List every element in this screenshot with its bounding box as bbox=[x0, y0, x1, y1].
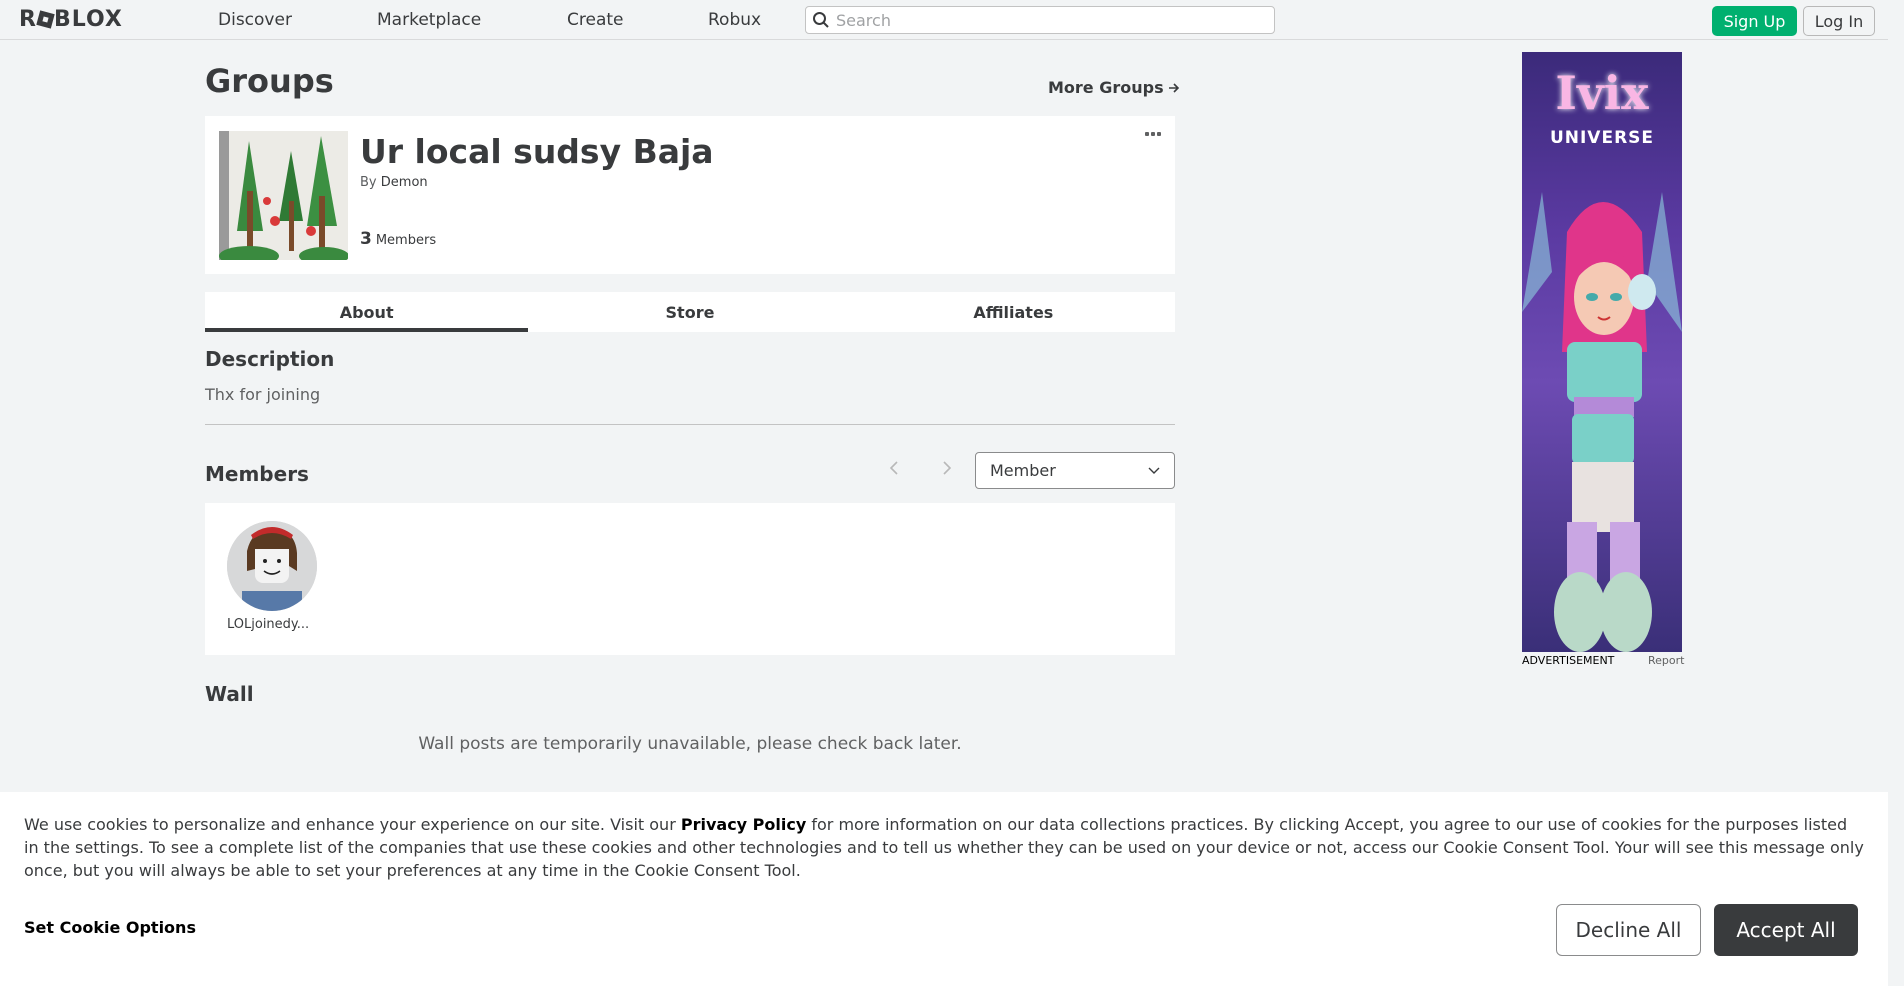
next-page-icon[interactable] bbox=[942, 460, 952, 481]
cookie-text: We use cookies to personalize and enhanc… bbox=[24, 813, 1864, 882]
group-name: Ur local sudsy Baja bbox=[360, 132, 714, 171]
member-count-value: 3 bbox=[360, 229, 372, 249]
page-scrollbar[interactable] bbox=[1888, 0, 1904, 986]
group-emblem bbox=[219, 131, 348, 260]
group-header-card: Ur local sudsy Baja By Demon 3 Members bbox=[205, 116, 1175, 274]
wall-unavailable-message: Wall posts are temporarily unavailable, … bbox=[418, 734, 962, 754]
search-input[interactable] bbox=[836, 10, 1256, 30]
privacy-policy-link[interactable]: Privacy Policy bbox=[681, 815, 806, 834]
role-select-value: Member bbox=[990, 461, 1056, 480]
set-cookie-options-link[interactable]: Set Cookie Options bbox=[24, 918, 196, 937]
role-select[interactable]: Member bbox=[975, 452, 1175, 489]
top-navigation-bar: R BLOX Discover Marketplace Create Robux … bbox=[0, 0, 1904, 40]
advertisement-banner[interactable]: Ivix UNIVERSE bbox=[1522, 52, 1682, 652]
more-groups-label: More Groups bbox=[1048, 78, 1164, 97]
owner-prefix: By bbox=[360, 175, 377, 190]
members-heading: Members bbox=[205, 462, 309, 486]
prev-page-icon[interactable] bbox=[889, 460, 899, 481]
group-member-count: 3 Members bbox=[360, 229, 436, 249]
tab-store[interactable]: Store bbox=[528, 292, 851, 332]
logo-o-icon bbox=[36, 10, 55, 29]
nav-marketplace[interactable]: Marketplace bbox=[377, 10, 481, 30]
nav-discover[interactable]: Discover bbox=[218, 10, 292, 30]
more-groups-link[interactable]: More Groups bbox=[1048, 78, 1180, 97]
tab-affiliates[interactable]: Affiliates bbox=[852, 292, 1175, 332]
group-tabs: About Store Affiliates bbox=[205, 292, 1175, 332]
wall-heading: Wall bbox=[205, 682, 254, 706]
arrow-right-icon bbox=[1168, 82, 1179, 93]
page-title: Groups bbox=[205, 62, 334, 100]
ad-label: ADVERTISEMENT bbox=[1522, 654, 1615, 667]
member-count-label: Members bbox=[375, 233, 437, 248]
log-in-button[interactable]: Log In bbox=[1803, 6, 1875, 36]
ad-character-image bbox=[1522, 192, 1682, 652]
more-options-icon[interactable] bbox=[1145, 132, 1161, 136]
ad-report-link[interactable]: Report bbox=[1648, 654, 1684, 667]
chevron-down-icon bbox=[1148, 467, 1160, 474]
decline-all-button[interactable]: Decline All bbox=[1556, 904, 1701, 956]
owner-link[interactable]: Demon bbox=[381, 175, 428, 190]
divider bbox=[205, 424, 1175, 425]
description-heading: Description bbox=[205, 347, 335, 371]
accept-all-button[interactable]: Accept All bbox=[1714, 904, 1858, 956]
members-list: LOLjoinedy... bbox=[205, 503, 1175, 655]
search-box[interactable] bbox=[805, 6, 1275, 34]
nav-robux[interactable]: Robux bbox=[708, 10, 761, 30]
roblox-logo[interactable]: R BLOX bbox=[19, 9, 123, 31]
search-icon bbox=[806, 6, 836, 34]
sign-up-button[interactable]: Sign Up bbox=[1712, 6, 1797, 36]
nav-create[interactable]: Create bbox=[567, 10, 624, 30]
member-name[interactable]: LOLjoinedy... bbox=[227, 617, 309, 632]
cookie-banner: We use cookies to personalize and enhanc… bbox=[0, 792, 1888, 986]
avatar[interactable] bbox=[227, 521, 317, 611]
tab-about[interactable]: About bbox=[205, 292, 529, 332]
description-text: Thx for joining bbox=[205, 385, 321, 404]
cookie-text-before: We use cookies to personalize and enhanc… bbox=[24, 815, 681, 834]
group-owner: By Demon bbox=[360, 175, 428, 190]
